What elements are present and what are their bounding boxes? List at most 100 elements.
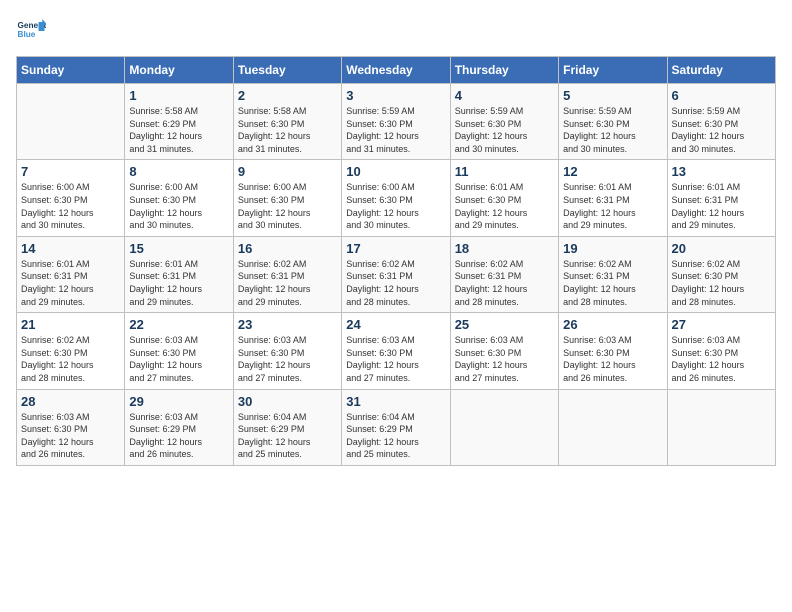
header-monday: Monday [125, 57, 233, 84]
day-cell: 15 Sunrise: 6:01 AMSunset: 6:31 PMDayligh… [125, 236, 233, 312]
day-cell: 25Sunrise: 6:03 AMSunset: 6:30 PMDayligh… [450, 313, 558, 389]
day-cell: 7 Sunrise: 6:00 AMSunset: 6:30 PMDaylight… [17, 160, 125, 236]
day-info: Sunrise: 6:02 AMSunset: 6:30 PMDaylight:… [21, 334, 120, 384]
day-cell: 16 Sunrise: 6:02 AMSunset: 6:31 PMDayligh… [233, 236, 341, 312]
day-cell: 22Sunrise: 6:03 AMSunset: 6:30 PMDayligh… [125, 313, 233, 389]
day-info: Sunrise: 6:01 AMSunset: 6:31 PMDaylight:… [563, 181, 662, 231]
day-cell [559, 389, 667, 465]
day-number: 9 [238, 164, 337, 179]
day-number: 12 [563, 164, 662, 179]
day-cell: 27 Sunrise: 6:03 AMSunset: 6:30 PMDayligh… [667, 313, 775, 389]
calendar-body: 1Sunrise: 5:58 AMSunset: 6:29 PMDaylight… [17, 84, 776, 466]
day-number: 3 [346, 88, 445, 103]
header-wednesday: Wednesday [342, 57, 450, 84]
day-info: Sunrise: 6:02 AMSunset: 6:31 PMDaylight:… [238, 258, 337, 308]
svg-text:Blue: Blue [18, 30, 36, 39]
day-info: Sunrise: 6:01 AMSunset: 6:31 PMDaylight:… [672, 181, 771, 231]
day-cell: 11 Sunrise: 6:01 AMSunset: 6:30 PMDayligh… [450, 160, 558, 236]
week-row-1: 1Sunrise: 5:58 AMSunset: 6:29 PMDaylight… [17, 84, 776, 160]
day-cell: 10 Sunrise: 6:00 AMSunset: 6:30 PMDayligh… [342, 160, 450, 236]
day-number: 6 [672, 88, 771, 103]
day-info: Sunrise: 6:03 AMSunset: 6:30 PMDaylight:… [346, 334, 445, 384]
day-number: 29 [129, 394, 228, 409]
day-info: Sunrise: 6:01 AMSunset: 6:31 PMDaylight:… [129, 258, 228, 308]
day-cell [17, 84, 125, 160]
day-info: Sunrise: 6:03 AMSunset: 6:30 PMDaylight:… [21, 411, 120, 461]
logo: General Blue [16, 16, 50, 46]
day-number: 18 [455, 241, 554, 256]
day-cell: 13 Sunrise: 6:01 AMSunset: 6:31 PMDayligh… [667, 160, 775, 236]
day-info: Sunrise: 6:00 AMSunset: 6:30 PMDaylight:… [129, 181, 228, 231]
day-cell: 30Sunrise: 6:04 AMSunset: 6:29 PMDayligh… [233, 389, 341, 465]
day-cell: 12 Sunrise: 6:01 AMSunset: 6:31 PMDayligh… [559, 160, 667, 236]
calendar-header: SundayMondayTuesdayWednesdayThursdayFrid… [17, 57, 776, 84]
header-thursday: Thursday [450, 57, 558, 84]
day-cell: 31Sunrise: 6:04 AMSunset: 6:29 PMDayligh… [342, 389, 450, 465]
day-cell: 4Sunrise: 5:59 AMSunset: 6:30 PMDaylight… [450, 84, 558, 160]
day-number: 19 [563, 241, 662, 256]
day-cell: 20 Sunrise: 6:02 AMSunset: 6:30 PMDayligh… [667, 236, 775, 312]
day-cell: 24 Sunrise: 6:03 AMSunset: 6:30 PMDayligh… [342, 313, 450, 389]
week-row-5: 28 Sunrise: 6:03 AMSunset: 6:30 PMDayligh… [17, 389, 776, 465]
day-cell: 17 Sunrise: 6:02 AMSunset: 6:31 PMDayligh… [342, 236, 450, 312]
day-cell: 19 Sunrise: 6:02 AMSunset: 6:31 PMDayligh… [559, 236, 667, 312]
day-number: 15 [129, 241, 228, 256]
day-info: Sunrise: 6:00 AMSunset: 6:30 PMDaylight:… [346, 181, 445, 231]
day-info: Sunrise: 6:02 AMSunset: 6:31 PMDaylight:… [563, 258, 662, 308]
day-cell: 29 Sunrise: 6:03 AMSunset: 6:29 PMDayligh… [125, 389, 233, 465]
day-number: 14 [21, 241, 120, 256]
page-header: General Blue [16, 16, 776, 46]
day-cell [450, 389, 558, 465]
day-cell: 21 Sunrise: 6:02 AMSunset: 6:30 PMDayligh… [17, 313, 125, 389]
day-cell: 2 Sunrise: 5:58 AMSunset: 6:30 PMDaylight… [233, 84, 341, 160]
week-row-2: 7 Sunrise: 6:00 AMSunset: 6:30 PMDaylight… [17, 160, 776, 236]
day-cell: 23 Sunrise: 6:03 AMSunset: 6:30 PMDayligh… [233, 313, 341, 389]
day-number: 30 [238, 394, 337, 409]
header-tuesday: Tuesday [233, 57, 341, 84]
day-cell: 28 Sunrise: 6:03 AMSunset: 6:30 PMDayligh… [17, 389, 125, 465]
day-info: Sunrise: 6:02 AMSunset: 6:30 PMDaylight:… [672, 258, 771, 308]
day-cell [667, 389, 775, 465]
header-sunday: Sunday [17, 57, 125, 84]
day-number: 20 [672, 241, 771, 256]
day-number: 27 [672, 317, 771, 332]
day-number: 26 [563, 317, 662, 332]
day-number: 1 [129, 88, 228, 103]
day-number: 2 [238, 88, 337, 103]
day-info: Sunrise: 6:03 AMSunset: 6:29 PMDaylight:… [129, 411, 228, 461]
calendar-table: SundayMondayTuesdayWednesdayThursdayFrid… [16, 56, 776, 466]
day-info: Sunrise: 6:02 AMSunset: 6:31 PMDaylight:… [346, 258, 445, 308]
day-number: 10 [346, 164, 445, 179]
day-info: Sunrise: 6:03 AMSunset: 6:30 PMDaylight:… [672, 334, 771, 384]
day-number: 28 [21, 394, 120, 409]
day-number: 25 [455, 317, 554, 332]
day-number: 17 [346, 241, 445, 256]
day-info: Sunrise: 6:03 AMSunset: 6:30 PMDaylight:… [238, 334, 337, 384]
day-cell: 5Sunrise: 5:59 AMSunset: 6:30 PMDaylight… [559, 84, 667, 160]
day-info: Sunrise: 6:00 AMSunset: 6:30 PMDaylight:… [238, 181, 337, 231]
header-friday: Friday [559, 57, 667, 84]
day-number: 23 [238, 317, 337, 332]
header-saturday: Saturday [667, 57, 775, 84]
day-info: Sunrise: 5:59 AMSunset: 6:30 PMDaylight:… [563, 105, 662, 155]
day-cell: 18 Sunrise: 6:02 AMSunset: 6:31 PMDayligh… [450, 236, 558, 312]
week-row-4: 21 Sunrise: 6:02 AMSunset: 6:30 PMDayligh… [17, 313, 776, 389]
day-number: 13 [672, 164, 771, 179]
day-number: 21 [21, 317, 120, 332]
day-info: Sunrise: 6:01 AMSunset: 6:31 PMDaylight:… [21, 258, 120, 308]
day-info: Sunrise: 6:00 AMSunset: 6:30 PMDaylight:… [21, 181, 120, 231]
day-number: 7 [21, 164, 120, 179]
day-number: 16 [238, 241, 337, 256]
day-cell: 6 Sunrise: 5:59 AMSunset: 6:30 PMDaylight… [667, 84, 775, 160]
day-number: 4 [455, 88, 554, 103]
header-row: SundayMondayTuesdayWednesdayThursdayFrid… [17, 57, 776, 84]
day-info: Sunrise: 5:59 AMSunset: 6:30 PMDaylight:… [672, 105, 771, 155]
day-number: 11 [455, 164, 554, 179]
day-info: Sunrise: 6:02 AMSunset: 6:31 PMDaylight:… [455, 258, 554, 308]
day-cell: 14 Sunrise: 6:01 AMSunset: 6:31 PMDayligh… [17, 236, 125, 312]
day-info: Sunrise: 6:01 AMSunset: 6:30 PMDaylight:… [455, 181, 554, 231]
day-number: 24 [346, 317, 445, 332]
day-info: Sunrise: 5:59 AMSunset: 6:30 PMDaylight:… [346, 105, 445, 155]
day-cell: 26Sunrise: 6:03 AMSunset: 6:30 PMDayligh… [559, 313, 667, 389]
day-info: Sunrise: 5:58 AMSunset: 6:30 PMDaylight:… [238, 105, 337, 155]
